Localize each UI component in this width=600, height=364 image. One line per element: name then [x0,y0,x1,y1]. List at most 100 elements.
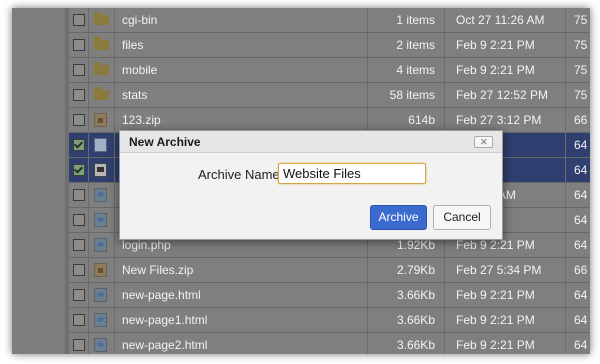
icon-cell [89,308,115,332]
row-checkbox[interactable] [73,314,85,326]
file-size: 3.66Kb [368,283,445,307]
checkbox-cell [69,183,89,207]
checkbox-cell [69,8,89,32]
icon-cell [89,58,115,82]
icon-cell [89,158,115,182]
close-button[interactable]: × [474,134,493,149]
row-checkbox[interactable] [73,64,85,76]
checkbox-cell [69,108,89,132]
file-row[interactable]: new-page.html 3.66Kb Feb 9 2:21 PM 64 [69,283,590,308]
file-size: 4 items [368,58,445,82]
icon-cell [89,333,115,354]
file-size: 2.79Kb [368,258,445,282]
checkbox-cell [69,258,89,282]
icon-cell [89,258,115,282]
checkbox-cell [69,133,89,157]
icon-cell [89,133,115,157]
file-size: 2 items [368,33,445,57]
file-date: Feb 9 2:21 PM [445,333,566,354]
zip-icon [94,113,107,127]
file-permissions: 75 [574,38,588,52]
file-icon [94,288,107,302]
file-permissions: 75 [574,13,588,27]
file-name: new-page.html [115,283,368,307]
file-name: cgi-bin [115,8,368,32]
file-name: New Files.zip [115,258,368,282]
document-icon [94,163,107,177]
cancel-button[interactable]: Cancel [433,205,491,230]
file-size: 614b [368,108,445,132]
archive-name-label: Archive Name [198,167,280,182]
row-checkbox[interactable] [73,289,85,301]
row-checkbox[interactable] [73,264,85,276]
folder-icon [94,62,109,75]
file-date: Feb 27 12:52 PM [445,83,566,107]
archive-button[interactable]: Archive [370,205,427,230]
file-name: mobile [115,58,368,82]
row-checkbox[interactable] [73,114,85,126]
row-checkbox[interactable] [73,39,85,51]
row-checkbox[interactable] [73,189,85,201]
checkbox-cell [69,208,89,232]
new-archive-dialog: New Archive × Archive Name Archive Cance… [119,130,503,240]
close-icon: × [480,134,488,149]
dialog-title: New Archive [129,135,201,149]
file-row[interactable]: New Files.zip 2.79Kb Feb 27 5:34 PM 66 [69,258,590,283]
file-row[interactable]: new-page2.html 3.66Kb Feb 9 2:21 PM 64 [69,333,590,354]
checkbox-cell [69,308,89,332]
file-permissions: 64 [574,188,588,202]
file-permissions: 64 [574,213,588,227]
checkbox-cell [69,333,89,354]
file-size: 58 items [368,83,445,107]
row-checkbox[interactable] [73,214,85,226]
row-checkbox[interactable] [73,14,85,26]
row-checkbox[interactable] [73,239,85,251]
file-permissions: 64 [574,288,588,302]
file-permissions: 64 [574,163,588,177]
icon-cell [89,108,115,132]
file-date: Feb 9 2:21 PM [445,33,566,57]
file-date: Feb 9 2:21 PM [445,58,566,82]
file-row[interactable]: files 2 items Feb 9 2:21 PM 75 [69,33,590,58]
file-row[interactable]: cgi-bin 1 items Oct 27 11:26 AM 75 [69,8,590,33]
file-date: Feb 9 2:21 PM [445,283,566,307]
row-checkbox[interactable] [73,89,85,101]
file-icon [94,313,107,327]
file-date: Oct 27 11:26 AM [445,8,566,32]
file-row[interactable]: mobile 4 items Feb 9 2:21 PM 75 [69,58,590,83]
row-checkbox[interactable] [73,339,85,351]
checkbox-cell [69,233,89,257]
file-permissions: 66 [574,263,588,277]
file-name: 123.zip [115,108,368,132]
icon-cell [89,208,115,232]
folder-icon [94,12,109,25]
icon-cell [89,33,115,57]
row-checkbox[interactable] [73,164,85,176]
file-icon [94,338,107,352]
file-size: 3.66Kb [368,333,445,354]
icon-cell [89,83,115,107]
checkbox-cell [69,83,89,107]
checkbox-cell [69,58,89,82]
file-permissions: 66 [574,113,588,127]
file-row[interactable]: new-page1.html 3.66Kb Feb 9 2:21 PM 64 [69,308,590,333]
folder-icon [94,37,109,50]
checkbox-cell [69,33,89,57]
row-checkbox[interactable] [73,139,85,151]
tree-panel [12,8,66,354]
icon-cell [89,8,115,32]
file-size: 3.66Kb [368,308,445,332]
archive-name-input[interactable] [278,163,426,184]
file-date: Feb 27 3:12 PM [445,108,566,132]
zip-icon [94,263,107,277]
icon-cell [89,283,115,307]
file-permissions: 75 [574,63,588,77]
file-date: Feb 9 2:21 PM [445,308,566,332]
checkbox-cell [69,283,89,307]
file-permissions: 64 [574,138,588,152]
file-permissions: 75 [574,88,588,102]
file-date: Feb 27 5:34 PM [445,258,566,282]
file-permissions: 64 [574,338,588,352]
file-row[interactable]: stats 58 items Feb 27 12:52 PM 75 [69,83,590,108]
icon-cell [89,183,115,207]
